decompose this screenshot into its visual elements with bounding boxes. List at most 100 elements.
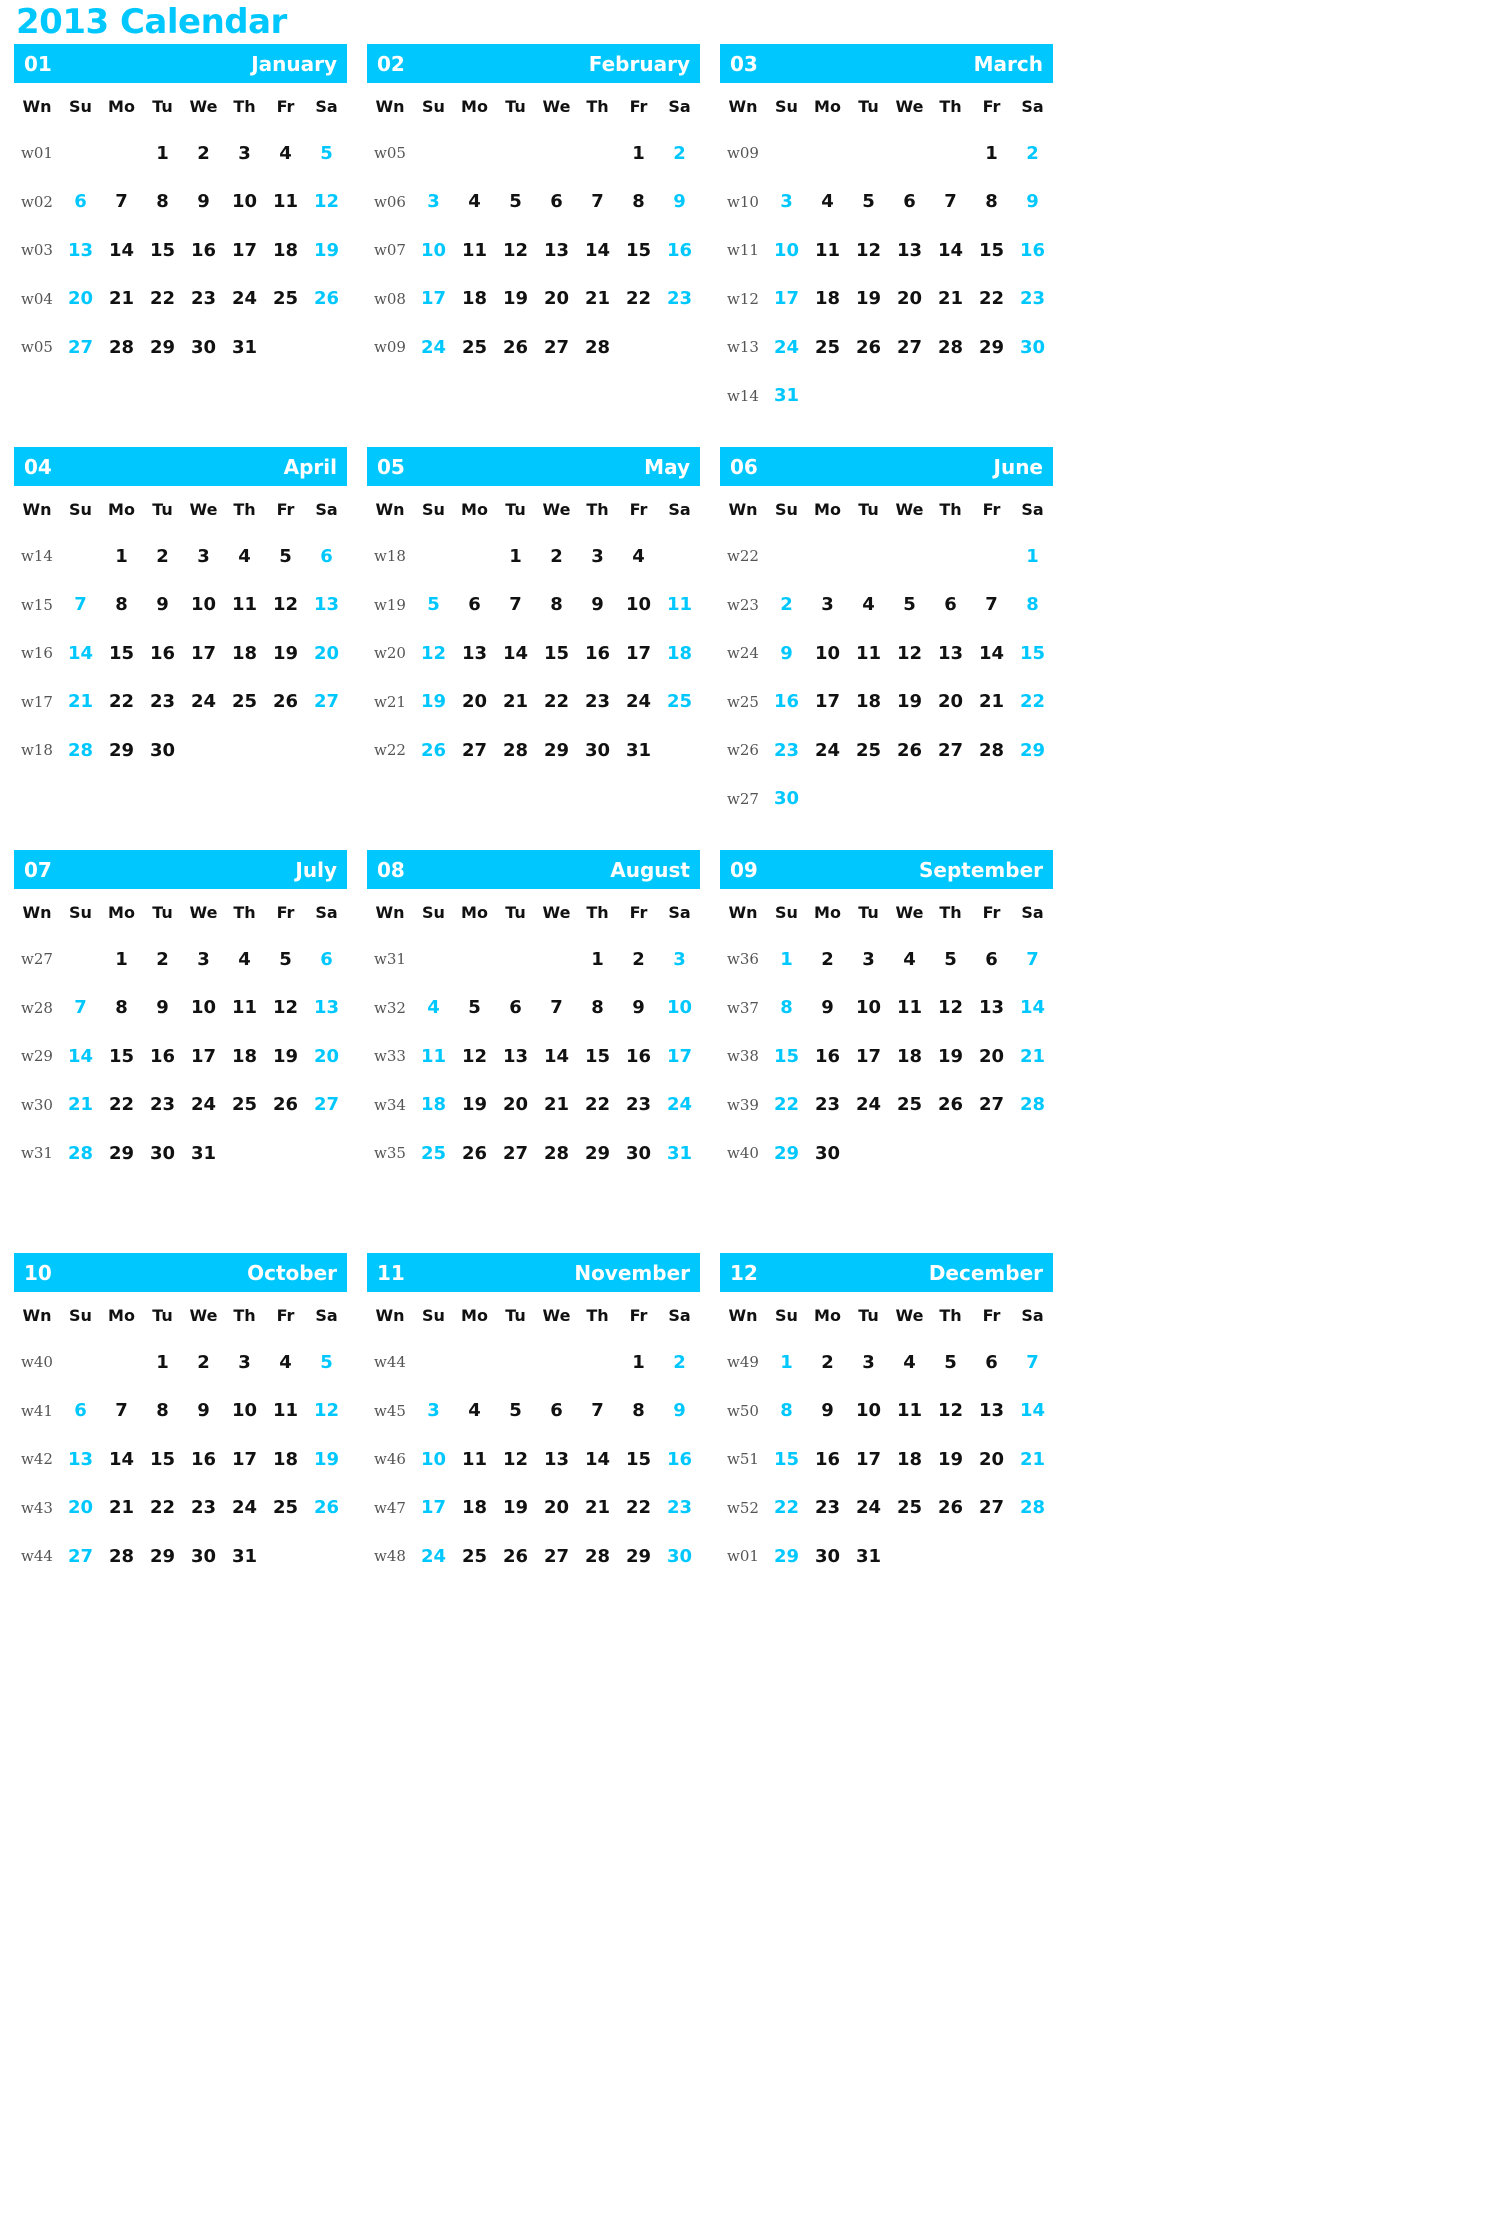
day-cell[interactable]: 16 xyxy=(766,678,807,727)
day-cell[interactable]: 2 xyxy=(807,935,848,984)
day-cell[interactable]: 24 xyxy=(659,1081,700,1130)
day-cell[interactable]: 2 xyxy=(142,935,183,984)
day-cell[interactable]: 14 xyxy=(536,1032,577,1081)
day-cell[interactable]: 20 xyxy=(536,275,577,324)
month-header[interactable]: 02 February xyxy=(367,44,700,83)
day-cell[interactable]: 21 xyxy=(101,275,142,324)
day-cell[interactable]: 28 xyxy=(577,1532,618,1581)
day-cell[interactable]: 19 xyxy=(413,678,454,727)
day-cell[interactable]: 2 xyxy=(766,581,807,630)
day-cell[interactable]: 3 xyxy=(183,532,224,581)
day-cell[interactable]: 23 xyxy=(183,1484,224,1533)
day-cell[interactable]: 17 xyxy=(224,226,265,275)
day-cell[interactable]: 29 xyxy=(536,726,577,775)
day-cell[interactable]: 7 xyxy=(60,581,101,630)
day-cell[interactable]: 13 xyxy=(889,226,930,275)
day-cell[interactable]: 22 xyxy=(536,678,577,727)
day-cell[interactable]: 31 xyxy=(618,726,659,775)
day-cell[interactable]: 20 xyxy=(60,1484,101,1533)
day-cell[interactable]: 7 xyxy=(101,178,142,227)
day-cell[interactable]: 3 xyxy=(848,935,889,984)
day-cell[interactable]: 14 xyxy=(930,226,971,275)
day-cell[interactable]: 24 xyxy=(183,1081,224,1130)
month-header[interactable]: 11 November xyxy=(367,1253,700,1292)
day-cell[interactable]: 1 xyxy=(766,935,807,984)
day-cell[interactable]: 27 xyxy=(536,323,577,372)
day-cell[interactable]: 10 xyxy=(659,984,700,1033)
day-cell[interactable]: 16 xyxy=(142,1032,183,1081)
day-cell[interactable]: 26 xyxy=(306,1484,347,1533)
day-cell[interactable]: 18 xyxy=(659,629,700,678)
day-cell[interactable]: 5 xyxy=(930,1338,971,1387)
day-cell[interactable]: 31 xyxy=(848,1532,889,1581)
day-cell[interactable]: 15 xyxy=(766,1032,807,1081)
day-cell[interactable]: 20 xyxy=(306,629,347,678)
day-cell[interactable]: 28 xyxy=(971,726,1012,775)
day-cell[interactable]: 1 xyxy=(1012,532,1053,581)
day-cell[interactable]: 3 xyxy=(413,178,454,227)
day-cell[interactable]: 29 xyxy=(142,323,183,372)
day-cell[interactable]: 27 xyxy=(306,1081,347,1130)
day-cell[interactable]: 5 xyxy=(889,581,930,630)
day-cell[interactable]: 23 xyxy=(618,1081,659,1130)
day-cell[interactable]: 10 xyxy=(766,226,807,275)
day-cell[interactable]: 28 xyxy=(1012,1081,1053,1130)
day-cell[interactable]: 1 xyxy=(618,129,659,178)
day-cell[interactable]: 7 xyxy=(1012,1338,1053,1387)
day-cell[interactable]: 27 xyxy=(454,726,495,775)
day-cell[interactable]: 12 xyxy=(413,629,454,678)
day-cell[interactable]: 28 xyxy=(60,726,101,775)
day-cell[interactable]: 26 xyxy=(454,1129,495,1178)
day-cell[interactable]: 23 xyxy=(1012,275,1053,324)
day-cell[interactable]: 5 xyxy=(306,1338,347,1387)
day-cell[interactable]: 29 xyxy=(577,1129,618,1178)
day-cell[interactable]: 27 xyxy=(971,1081,1012,1130)
day-cell[interactable]: 4 xyxy=(224,532,265,581)
day-cell[interactable]: 30 xyxy=(1012,323,1053,372)
day-cell[interactable]: 25 xyxy=(807,323,848,372)
day-cell[interactable]: 11 xyxy=(454,1435,495,1484)
day-cell[interactable]: 24 xyxy=(766,323,807,372)
day-cell[interactable]: 18 xyxy=(224,1032,265,1081)
day-cell[interactable]: 31 xyxy=(766,372,807,421)
day-cell[interactable]: 17 xyxy=(183,629,224,678)
day-cell[interactable]: 22 xyxy=(101,1081,142,1130)
day-cell[interactable]: 2 xyxy=(807,1338,848,1387)
day-cell[interactable]: 8 xyxy=(1012,581,1053,630)
day-cell[interactable]: 4 xyxy=(618,532,659,581)
day-cell[interactable]: 4 xyxy=(889,935,930,984)
day-cell[interactable]: 19 xyxy=(306,1435,347,1484)
day-cell[interactable]: 18 xyxy=(413,1081,454,1130)
day-cell[interactable]: 23 xyxy=(577,678,618,727)
day-cell[interactable]: 21 xyxy=(536,1081,577,1130)
day-cell[interactable]: 7 xyxy=(577,178,618,227)
day-cell[interactable]: 23 xyxy=(766,726,807,775)
day-cell[interactable]: 28 xyxy=(536,1129,577,1178)
day-cell[interactable]: 13 xyxy=(60,226,101,275)
day-cell[interactable]: 13 xyxy=(306,984,347,1033)
day-cell[interactable]: 8 xyxy=(101,581,142,630)
day-cell[interactable]: 1 xyxy=(577,935,618,984)
day-cell[interactable]: 29 xyxy=(1012,726,1053,775)
day-cell[interactable]: 13 xyxy=(971,1387,1012,1436)
day-cell[interactable]: 10 xyxy=(413,1435,454,1484)
day-cell[interactable]: 7 xyxy=(536,984,577,1033)
day-cell[interactable]: 6 xyxy=(889,178,930,227)
day-cell[interactable]: 18 xyxy=(454,275,495,324)
day-cell[interactable]: 13 xyxy=(60,1435,101,1484)
day-cell[interactable]: 22 xyxy=(618,275,659,324)
month-header[interactable]: 06 June xyxy=(720,447,1053,486)
day-cell[interactable]: 21 xyxy=(930,275,971,324)
day-cell[interactable]: 22 xyxy=(971,275,1012,324)
day-cell[interactable]: 21 xyxy=(971,678,1012,727)
day-cell[interactable]: 23 xyxy=(659,1484,700,1533)
day-cell[interactable]: 6 xyxy=(536,1387,577,1436)
day-cell[interactable]: 1 xyxy=(495,532,536,581)
day-cell[interactable]: 11 xyxy=(889,1387,930,1436)
day-cell[interactable]: 15 xyxy=(618,226,659,275)
day-cell[interactable]: 22 xyxy=(101,678,142,727)
day-cell[interactable]: 13 xyxy=(306,581,347,630)
day-cell[interactable]: 2 xyxy=(183,1338,224,1387)
day-cell[interactable]: 14 xyxy=(1012,1387,1053,1436)
day-cell[interactable]: 6 xyxy=(930,581,971,630)
